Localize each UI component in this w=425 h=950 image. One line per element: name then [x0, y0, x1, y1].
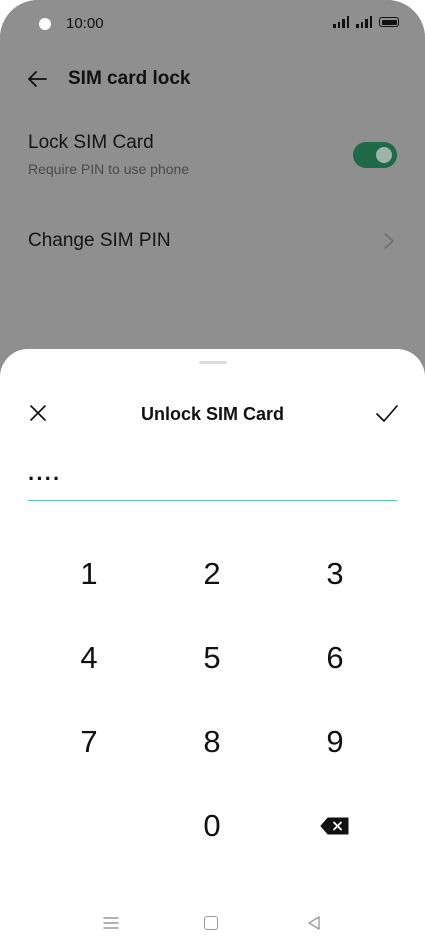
status-bar: 10:00	[0, 0, 425, 48]
keypad-row: 1 2 3	[28, 539, 397, 623]
pin-value: ····	[28, 466, 62, 491]
key-5[interactable]: 5	[167, 623, 257, 693]
system-nav-bar	[0, 904, 425, 950]
lock-sim-title: Lock SIM Card	[28, 132, 154, 153]
phone-screen: 10:00 SIM card lock Lock SIM Card Requir…	[0, 0, 425, 950]
backspace-icon	[320, 817, 349, 835]
sheet-title: Unlock SIM Card	[140, 404, 285, 424]
key-8[interactable]: 8	[167, 707, 257, 777]
check-icon[interactable]	[375, 403, 399, 425]
signal-icon	[333, 16, 349, 28]
change-sim-pin-title: Change SIM PIN	[28, 230, 171, 251]
signal-icon-2	[356, 16, 372, 28]
keypad-row: 0	[28, 791, 397, 875]
toggle-knob	[376, 147, 392, 163]
key-3[interactable]: 3	[290, 539, 380, 609]
recent-apps-icon[interactable]	[103, 916, 119, 930]
pin-input[interactable]: ····	[28, 464, 397, 501]
key-2[interactable]: 2	[167, 539, 257, 609]
key-6[interactable]: 6	[290, 623, 380, 693]
unlock-sim-sheet: Unlock SIM Card ···· 1 2 3 4 5 6 7 8 9 0	[0, 349, 425, 950]
key-1[interactable]: 1	[44, 539, 134, 609]
lock-sim-toggle[interactable]	[353, 142, 397, 168]
change-sim-pin-row[interactable]: Change SIM PIN	[28, 230, 397, 254]
lock-sim-subtitle: Require PIN to use phone	[28, 161, 190, 177]
keypad-row: 7 8 9	[28, 707, 397, 791]
lock-sim-row[interactable]: Lock SIM Card Require PIN to use phone	[28, 132, 397, 184]
backspace-key[interactable]	[290, 791, 380, 861]
sheet-handle[interactable]	[199, 361, 227, 364]
top-bar: SIM card lock	[0, 62, 425, 96]
nav-back-icon[interactable]	[307, 915, 321, 931]
page-title: SIM card lock	[68, 68, 191, 89]
status-time: 10:00	[66, 15, 104, 32]
chevron-right-icon	[384, 233, 394, 249]
key-9[interactable]: 9	[290, 707, 380, 777]
home-icon[interactable]	[204, 916, 218, 930]
sheet-header: Unlock SIM Card	[0, 399, 425, 429]
status-icons	[333, 16, 399, 28]
arrow-left-icon[interactable]	[26, 68, 48, 90]
key-4[interactable]: 4	[44, 623, 134, 693]
camera-dot-icon	[39, 18, 51, 30]
battery-icon	[379, 17, 399, 27]
key-7[interactable]: 7	[44, 707, 134, 777]
keypad-row: 4 5 6	[28, 623, 397, 707]
key-0[interactable]: 0	[167, 791, 257, 861]
numeric-keypad: 1 2 3 4 5 6 7 8 9 0	[28, 539, 397, 875]
